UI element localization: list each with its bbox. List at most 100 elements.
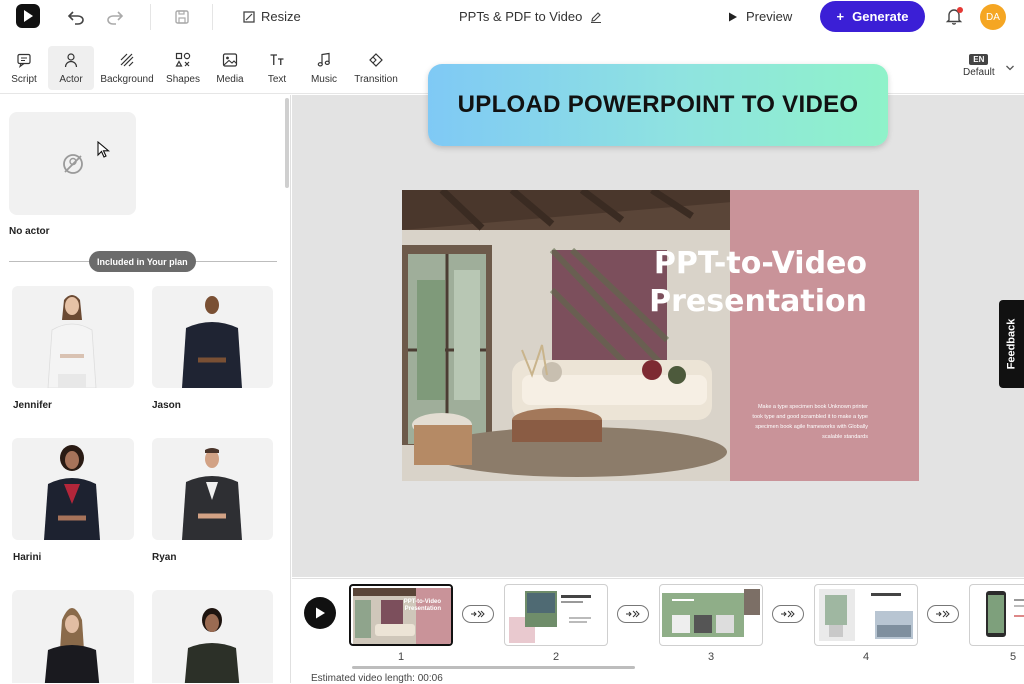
- transition-button[interactable]: [927, 605, 959, 623]
- toolbar-divider: [150, 4, 151, 30]
- actor-image: [44, 608, 100, 683]
- generate-label: Generate: [852, 9, 909, 24]
- feedback-tab[interactable]: Feedback: [999, 300, 1024, 388]
- tool-label: Script: [11, 73, 37, 85]
- transition-button[interactable]: [772, 605, 804, 623]
- save-icon[interactable]: [171, 6, 193, 28]
- tool-actor[interactable]: Actor: [48, 46, 94, 90]
- music-note-icon: [316, 52, 332, 68]
- transition-button[interactable]: [462, 605, 494, 623]
- plus-icon: +: [836, 9, 845, 24]
- shapes-icon: [175, 52, 191, 68]
- actor-name-jennifer: Jennifer: [13, 400, 52, 411]
- slide-number: 4: [862, 651, 870, 663]
- slide-title-line-1: PPT-to-Video: [653, 246, 867, 281]
- tool-script[interactable]: Script: [8, 46, 40, 90]
- slide-number: 2: [552, 651, 560, 663]
- image-icon: [222, 52, 238, 68]
- preview-button[interactable]: Preview: [728, 9, 792, 24]
- play-icon: [316, 607, 325, 619]
- feedback-label: Feedback: [1005, 318, 1018, 370]
- actor-card-jennifer[interactable]: [12, 286, 134, 388]
- actor-jennifer-image: [47, 295, 97, 388]
- slide-number: 5: [1010, 651, 1017, 663]
- language-selector[interactable]: EN Default: [963, 54, 995, 78]
- slide-title[interactable]: PPT-to-Video Presentation: [627, 245, 867, 321]
- tool-label: Media: [216, 73, 244, 85]
- slide-title-line-2: Presentation: [649, 284, 867, 319]
- actor-jason-image: [182, 296, 242, 388]
- slide-thumbnail-3[interactable]: [659, 584, 763, 646]
- timeline-scrollbar[interactable]: [352, 666, 635, 669]
- thumbnail-image: [819, 589, 913, 641]
- resize-label: Resize: [261, 9, 301, 24]
- mouse-cursor-icon: [97, 141, 111, 158]
- tool-transition[interactable]: Transition: [353, 46, 399, 90]
- tool-text[interactable]: Text: [264, 46, 290, 90]
- tool-label: Shapes: [166, 73, 200, 85]
- actor-harini-image: [44, 445, 100, 540]
- estimated-length: Estimated video length: 00:06: [311, 673, 443, 684]
- slide-preview[interactable]: PPT-to-Video Presentation Make a type sp…: [402, 190, 919, 481]
- undo-icon[interactable]: [65, 6, 87, 28]
- redo-icon[interactable]: [104, 6, 126, 28]
- promo-banner: UPLOAD POWERPOINT TO VIDEO: [428, 64, 888, 146]
- slide-number: 1: [397, 651, 405, 663]
- actor-name-ryan: Ryan: [152, 552, 177, 563]
- actor-card-ryan[interactable]: [152, 438, 273, 540]
- actor-panel: No actor Included in Your plan Jennifer …: [0, 95, 291, 683]
- actor-card-harini[interactable]: [12, 438, 134, 540]
- tool-label: Actor: [59, 73, 83, 85]
- tool-shapes[interactable]: Shapes: [164, 46, 202, 90]
- slide-body-text[interactable]: Make a type specimen book Unknown printe…: [750, 402, 868, 442]
- actor-card-jason[interactable]: [152, 286, 273, 388]
- top-bar: Resize PPTs & PDF to Video Preview + Gen…: [0, 0, 1024, 34]
- actor-name-jason: Jason: [152, 400, 181, 411]
- document-title[interactable]: PPTs & PDF to Video: [459, 9, 602, 24]
- no-actor-icon: [62, 153, 83, 174]
- tool-media[interactable]: Media: [214, 46, 246, 90]
- user-avatar[interactable]: DA: [980, 4, 1006, 30]
- no-actor-card[interactable]: [9, 112, 136, 215]
- slide-thumbnail-4[interactable]: [814, 584, 918, 646]
- text-icon: [269, 52, 285, 68]
- thumbnail-image: [662, 589, 760, 637]
- thumbnail-image: [353, 588, 451, 644]
- script-icon: [16, 52, 32, 68]
- background-hatch-icon: [119, 52, 135, 68]
- slide-thumbnail-1[interactable]: PPT-to-Video Presentation: [349, 584, 453, 646]
- chevron-down-icon[interactable]: [1005, 63, 1015, 73]
- generate-button[interactable]: + Generate: [820, 1, 925, 32]
- transition-arrows-icon: [471, 610, 485, 618]
- tool-label: Music: [310, 73, 338, 85]
- slide-number: 3: [707, 651, 715, 663]
- document-title-text: PPTs & PDF to Video: [459, 9, 583, 24]
- person-icon: [63, 52, 79, 68]
- actor-card[interactable]: [12, 590, 134, 683]
- thumbnail-image: [509, 591, 591, 643]
- resize-icon: [243, 10, 255, 23]
- resize-button[interactable]: Resize: [243, 9, 301, 24]
- toolbar-divider: [212, 4, 213, 30]
- plan-badge: Included in Your plan: [89, 251, 196, 272]
- language-label: Default: [963, 67, 995, 78]
- tool-background[interactable]: Background: [100, 46, 154, 90]
- notification-dot: [957, 7, 963, 13]
- language-code: EN: [969, 54, 989, 65]
- transition-arrows-icon: [626, 610, 640, 618]
- tool-music[interactable]: Music: [310, 46, 338, 90]
- transition-button[interactable]: [617, 605, 649, 623]
- app-logo-icon[interactable]: [16, 4, 40, 28]
- sidebar-scrollbar[interactable]: [285, 98, 289, 188]
- no-actor-label: No actor: [9, 226, 50, 237]
- edit-pencil-icon[interactable]: [590, 11, 602, 23]
- actor-name-harini: Harini: [13, 552, 42, 563]
- actor-card[interactable]: [152, 590, 273, 683]
- preview-label: Preview: [746, 9, 793, 24]
- slide-thumbnail-2[interactable]: [504, 584, 608, 646]
- transition-arrows-icon: [936, 610, 950, 618]
- transition-icon: [368, 52, 384, 68]
- play-button[interactable]: [304, 597, 336, 629]
- tool-label: Transition: [354, 73, 398, 85]
- slide-thumbnail-5[interactable]: [969, 584, 1024, 646]
